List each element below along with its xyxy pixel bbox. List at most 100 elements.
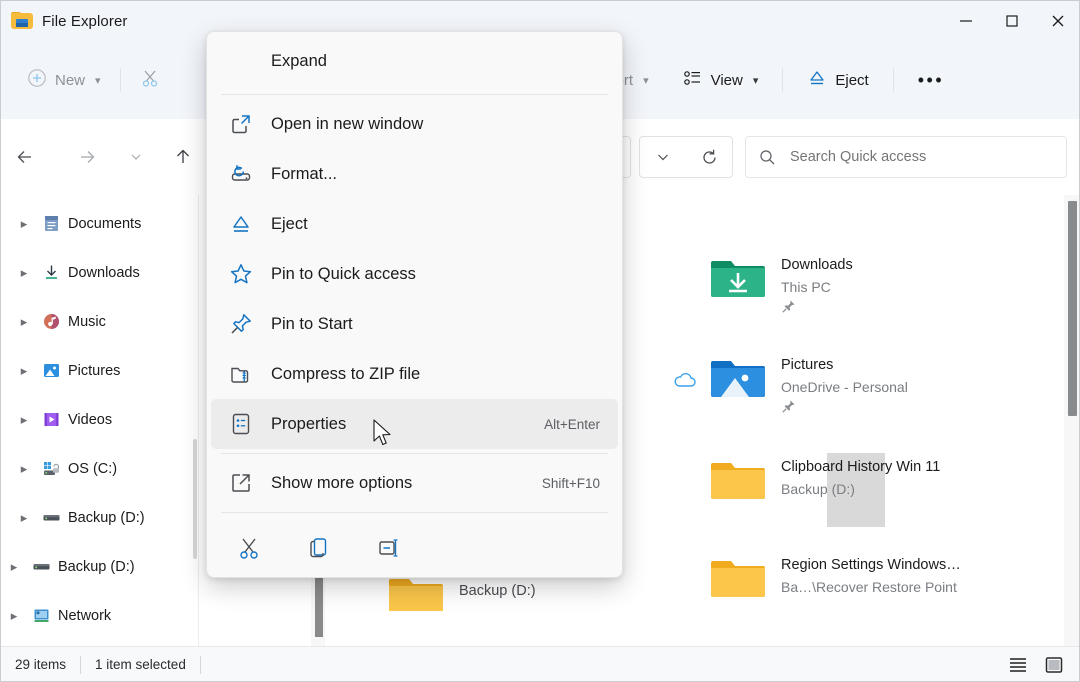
ellipsis-icon: •••: [917, 70, 945, 90]
menu-separator: [221, 453, 608, 454]
refresh-button[interactable]: [686, 137, 732, 177]
sidebar-item-label: Backup (D:): [68, 509, 145, 526]
minimize-button[interactable]: [943, 1, 989, 41]
content-scrollbar-thumb[interactable]: [1068, 201, 1077, 416]
sidebar-item-os-c[interactable]: ▸ OS (C:): [1, 444, 199, 493]
sidebar-item-backup-d-2[interactable]: ▸ Backup (D:): [1, 542, 199, 591]
chevron-down-icon: ▾: [752, 74, 759, 87]
context-menu-item-eject[interactable]: Eject: [211, 199, 618, 249]
context-menu-item-open-in-new-window[interactable]: Open in new window: [211, 99, 618, 149]
view-label: View: [710, 71, 743, 89]
context-menu-item-pin-to-quick-access[interactable]: Pin to Quick access: [211, 249, 618, 299]
sidebar-item-downloads[interactable]: ▸ Downloads: [1, 248, 199, 297]
context-menu-item-accelerator: Shift+F10: [541, 475, 600, 491]
see-more-button[interactable]: •••: [908, 62, 954, 98]
sidebar-item-documents[interactable]: ▸ Documents: [1, 199, 199, 248]
status-bar: 29 items 1 item selected: [1, 646, 1079, 681]
context-menu-item-pin-to-start[interactable]: Pin to Start: [211, 299, 618, 349]
eject-icon: [211, 213, 271, 235]
view-button[interactable]: View ▾: [673, 62, 769, 98]
pictures-folder-icon: [709, 355, 767, 401]
chevron-right-icon[interactable]: ▸: [11, 363, 37, 379]
sidebar-item-label: Documents: [68, 215, 142, 232]
sidebar-item-network[interactable]: ▸ Network: [1, 591, 199, 640]
list-item[interactable]: Backup (D:): [387, 573, 536, 611]
address-dropdown-button[interactable]: [640, 137, 686, 177]
new-button-label: New: [55, 71, 86, 89]
cut-icon[interactable]: [229, 528, 269, 568]
chevron-right-icon[interactable]: ▸: [11, 265, 37, 281]
close-button[interactable]: [1035, 1, 1079, 41]
drive-icon: [37, 508, 65, 527]
item-name: Region Settings Windows…: [781, 557, 961, 573]
sidebar-item-videos[interactable]: ▸ Videos: [1, 395, 199, 444]
chevron-right-icon[interactable]: ▸: [11, 510, 37, 526]
pictures-icon: [37, 361, 65, 380]
downloads-folder-icon: [709, 255, 767, 301]
chevron-right-icon[interactable]: ▸: [1, 559, 27, 575]
inner-scrollbar-thumb[interactable]: [315, 575, 323, 637]
scissors-icon: [140, 68, 160, 92]
context-menu-item-properties[interactable]: Properties Alt+Enter: [211, 399, 618, 449]
folder-icon: [11, 12, 33, 30]
recent-locations-button[interactable]: [121, 137, 151, 177]
file-explorer-window: File Explorer New ▾ ▾ View ▾ Eject ••• S…: [0, 0, 1080, 682]
new-button[interactable]: New ▾: [17, 62, 111, 98]
sidebar-item-pictures[interactable]: ▸ Pictures: [1, 346, 199, 395]
list-item[interactable]: Pictures OneDrive - Personal: [674, 355, 908, 419]
context-menu-item-format[interactable]: Format...: [211, 149, 618, 199]
network-icon: [27, 606, 55, 625]
maximize-button[interactable]: [989, 1, 1035, 41]
zip-folder-icon: [211, 363, 271, 385]
sidebar-scrollbar[interactable]: [193, 439, 197, 559]
context-menu-item-label: Open in new window: [271, 114, 424, 133]
cut-button[interactable]: [130, 62, 170, 98]
search-input[interactable]: [788, 148, 1066, 166]
chevron-down-icon: ▾: [95, 74, 101, 87]
window-controls: [943, 1, 1079, 41]
context-menu-item-compress-to-zip[interactable]: Compress to ZIP file: [211, 349, 618, 399]
toolbar-divider: [119, 68, 121, 92]
up-button[interactable]: [163, 137, 203, 177]
sidebar-item-label: Downloads: [68, 264, 140, 281]
context-menu-item-label: Pin to Start: [271, 314, 353, 333]
folder-icon: [709, 555, 767, 601]
preview-pane-button[interactable]: [1041, 653, 1067, 677]
context-menu-item-accelerator: Alt+Enter: [544, 416, 600, 432]
forward-button[interactable]: [67, 137, 107, 177]
chevron-right-icon[interactable]: ▸: [11, 461, 37, 477]
list-item[interactable]: Downloads This PC: [709, 255, 853, 319]
item-name: Downloads: [781, 257, 853, 273]
window-title: File Explorer: [42, 12, 128, 30]
menu-separator: [221, 512, 608, 513]
item-name: Pictures: [781, 357, 834, 373]
back-button[interactable]: [5, 137, 45, 177]
context-menu-item-show-more-options[interactable]: Show more options Shift+F10: [211, 458, 618, 508]
eject-button[interactable]: Eject: [797, 62, 878, 98]
search-box[interactable]: [745, 136, 1067, 178]
chevron-right-icon[interactable]: ▸: [1, 608, 27, 624]
sidebar-item-label: Backup (D:): [58, 558, 135, 575]
list-item[interactable]: Region Settings Windows… Ba…\Recover Res…: [709, 555, 961, 601]
chevron-right-icon[interactable]: ▸: [11, 412, 37, 428]
sidebar-item-label: Network: [58, 607, 112, 624]
chevron-right-icon[interactable]: ▸: [11, 216, 37, 232]
sidebar-item-backup-d-1[interactable]: ▸ Backup (D:): [1, 493, 199, 542]
sidebar-item-music[interactable]: ▸ Music: [1, 297, 199, 346]
context-menu-item-label: Show more options: [271, 473, 413, 492]
menu-separator: [221, 94, 608, 95]
status-divider: [199, 655, 201, 674]
chevron-right-icon[interactable]: ▸: [11, 314, 37, 330]
copy-icon[interactable]: [299, 528, 339, 568]
cloud-icon: [673, 371, 697, 394]
rename-icon[interactable]: [369, 528, 409, 568]
list-item[interactable]: Clipboard History Win 11 Backup (D:): [709, 457, 940, 503]
toolbar-divider: [892, 68, 894, 92]
item-name: Backup (D:): [459, 583, 536, 599]
context-menu-item-expand[interactable]: Expand: [211, 32, 618, 90]
os-drive-icon: [37, 459, 65, 478]
folder-icon: [709, 457, 767, 503]
context-menu: Expand Open in new window Format... Ejec…: [206, 31, 623, 578]
sidebar-item-label: Music: [68, 313, 106, 330]
details-view-button[interactable]: [1005, 653, 1031, 677]
